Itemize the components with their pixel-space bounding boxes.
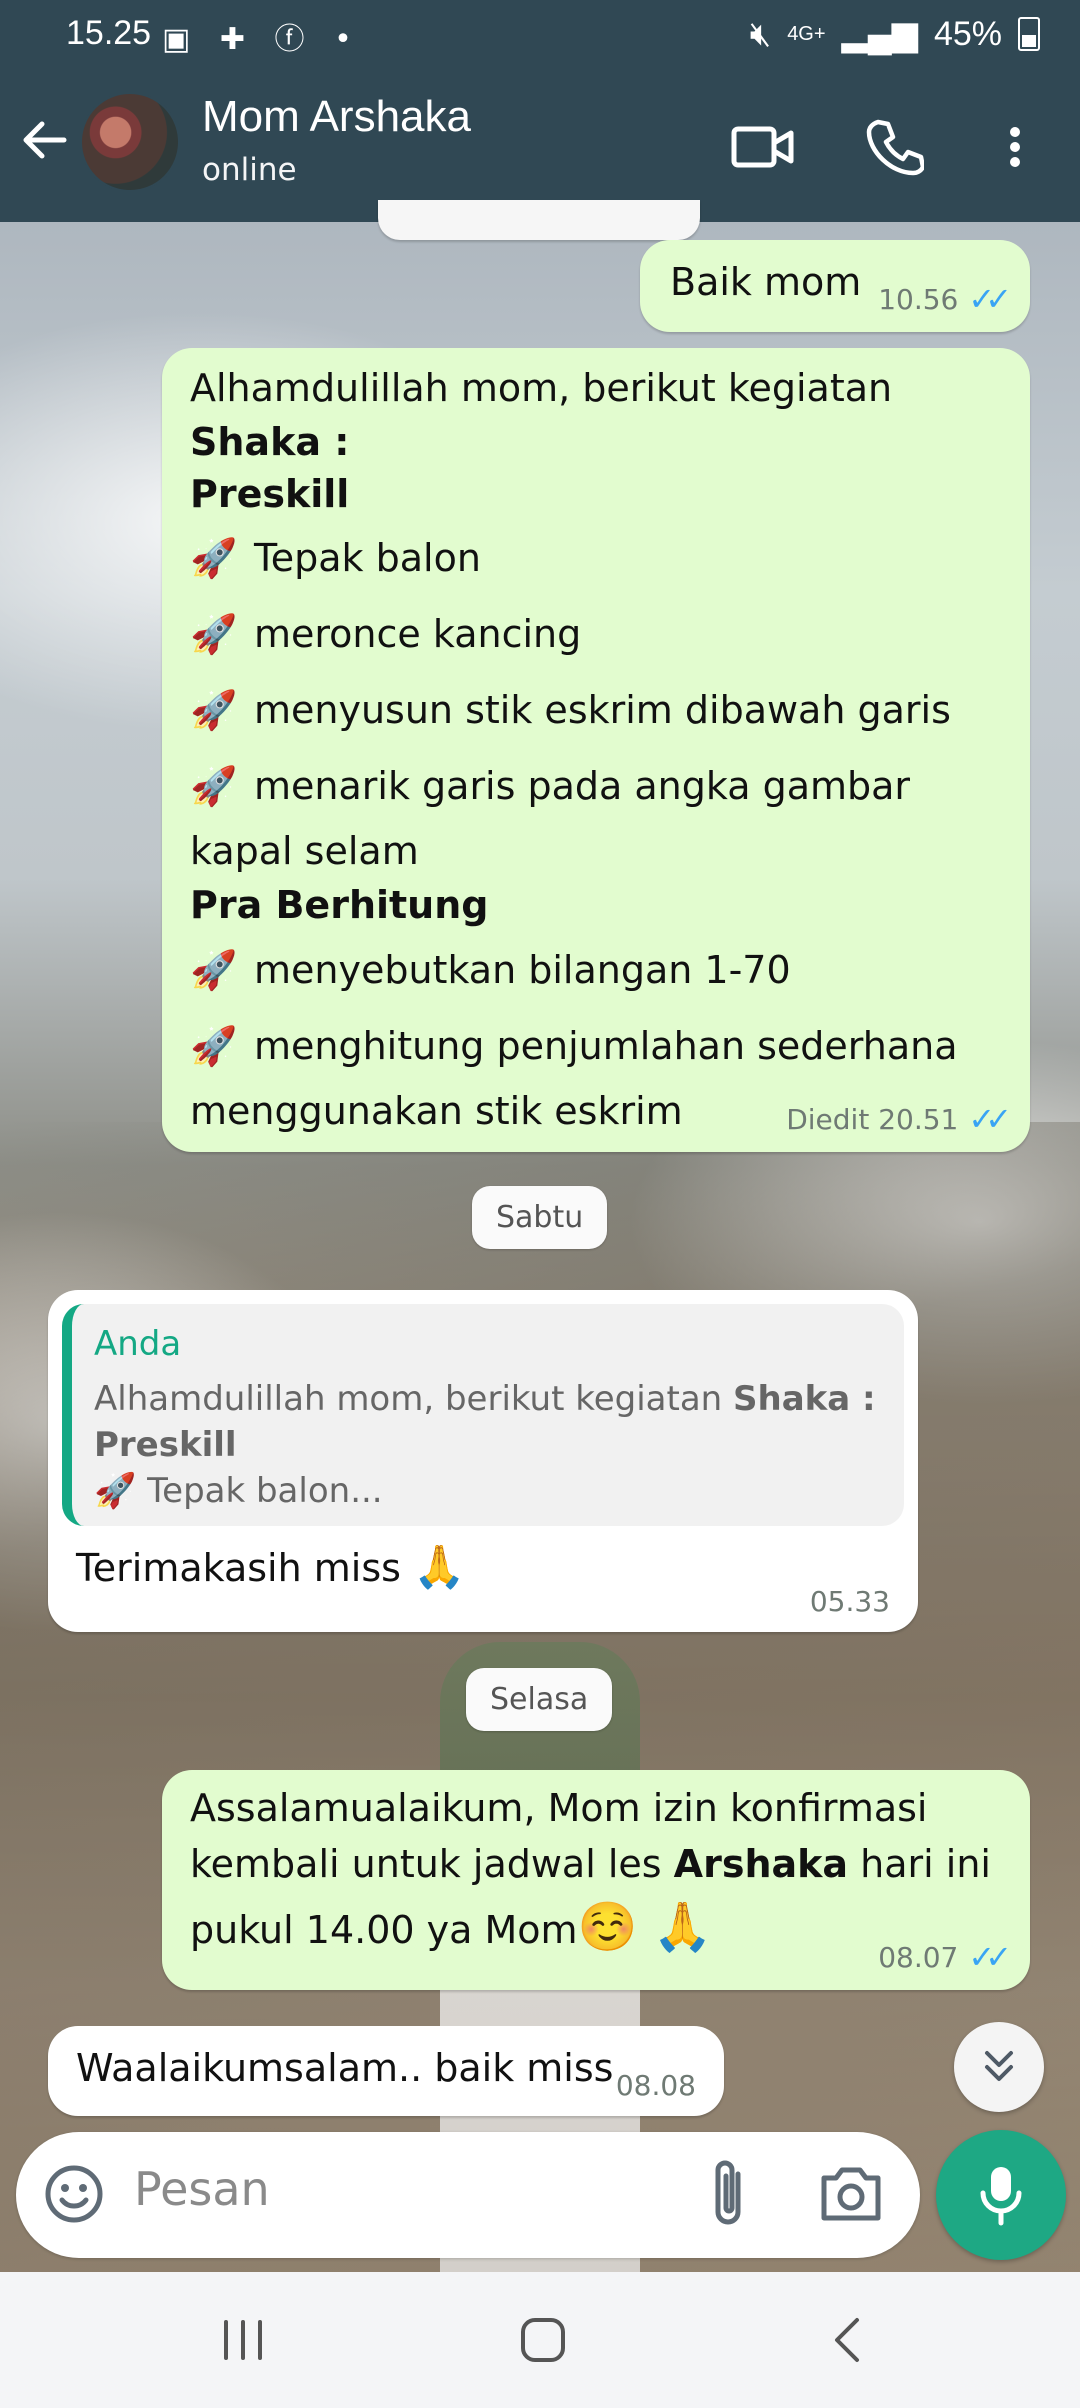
message-time: 05.33 [809,1585,890,1618]
rocket-icon: 🚀 [190,688,238,732]
status-bar: 15.25 ▣ ✚ ⓕ • 🔇︎ 4G+ ▂▄▆ 45% [0,0,1080,72]
voice-call-icon[interactable] [860,112,930,182]
smiling-face-icon: ☺️ [577,1899,638,1955]
status-right: 🔇︎ 4G+ ▂▄▆ 45% [750,14,1040,54]
message-line: Shaka : [190,420,350,464]
camera-icon[interactable] [816,2162,886,2226]
message-input-bar: Pesan [16,2132,920,2258]
message-line: 🚀 menarik garis pada angka gambar [190,748,958,824]
rocket-icon: 🚀 [190,612,238,656]
message-body: Assalamualaikum, Mom izin konfirmasi kem… [190,1780,991,1965]
message-bubble-incoming[interactable]: Anda Alhamdulillah mom, berikut kegiatan… [48,1290,918,1632]
contact-status: online [202,152,297,188]
back-icon[interactable] [812,2312,882,2368]
folded-hands-icon: 🙏 [413,1542,466,1591]
read-ticks-icon: ✓✓ [968,280,1012,318]
status-time: 15.25 [66,14,152,52]
back-arrow-icon[interactable] [18,114,70,176]
date-separator: Selasa [466,1668,613,1731]
message-line: Alhamdulillah mom, berikut kegiatan [190,366,893,410]
message-text: Terimakasih miss [76,1546,401,1590]
recent-apps-icon[interactable] [208,2312,278,2368]
double-chevron-down-icon [985,2051,1013,2081]
message-meta: 10.56 ✓✓ [878,280,1012,318]
rocket-icon: 🚀 [190,1024,238,1068]
message-line: 🚀 meronce kancing [190,596,958,672]
emoji-icon[interactable] [42,2162,106,2226]
microphone-icon [980,2167,1022,2226]
message-bubble-outgoing[interactable]: Alhamdulillah mom, berikut kegiatan Shak… [162,348,1030,1152]
notification-icons: ▣ ✚ ⓕ • [162,22,362,57]
message-line: 🚀 Tepak balon [190,520,958,596]
signal-icon: ▂▄▆ [841,15,918,53]
network-label: 4G+ [787,22,826,45]
more-options-icon[interactable] [985,112,1045,182]
message-line: kapal selam [190,829,419,873]
message-meta: Diedit 20.51 ✓✓ [786,1100,1012,1138]
read-ticks-icon: ✓✓ [968,1938,1012,1976]
message-input[interactable]: Pesan [134,2162,270,2216]
message-line: 🚀 menghitung penjumlahan sederhana [190,1008,958,1084]
read-ticks-icon: ✓✓ [968,1100,1012,1138]
quoted-message[interactable]: Anda Alhamdulillah mom, berikut kegiatan… [62,1304,904,1526]
message-time: 08.07 [878,1940,959,1974]
message-body: Terimakasih miss 🙏 [76,1542,465,1592]
message-line: kembali untuk jadwal les Arshaka hari in… [190,1842,991,1886]
message-body: Alhamdulillah mom, berikut kegiatan Shak… [190,360,958,1138]
rocket-icon: 🚀 [190,536,238,580]
voice-record-button[interactable] [936,2130,1066,2260]
message-text: Baik mom [670,260,862,304]
message-meta: 08.08 [616,2069,696,2102]
message-time: 08.08 [615,2069,696,2102]
message-line: pukul 14.00 ya Mom☺️ 🙏 [190,1899,713,1955]
contact-avatar[interactable] [80,92,180,192]
battery-icon [1018,17,1040,51]
message-line: 🚀 menyusun stik eskrim dibawah garis [190,672,958,748]
message-line: 🚀 menyebutkan bilangan 1-70 [190,932,958,1008]
message-bubble-outgoing[interactable]: Assalamualaikum, Mom izin konfirmasi kem… [162,1770,1030,1990]
rocket-icon: 🚀 [190,948,238,992]
quoted-text: Alhamdulillah mom, berikut kegiatan Shak… [94,1379,876,1511]
message-meta: 05.33 [810,1585,890,1618]
message-bubble-outgoing[interactable]: Baik mom 10.56 ✓✓ [640,240,1030,332]
rocket-icon: 🚀 [190,764,238,808]
battery-label: 45% [933,14,1002,53]
scroll-to-bottom-button[interactable] [954,2022,1044,2112]
video-call-icon[interactable] [728,112,798,182]
message-time: 10.56 [878,282,959,316]
contact-name[interactable]: Mom Arshaka [202,92,471,142]
message-bubble-partial [378,200,700,240]
folded-hands-icon: 🙏 [637,1899,713,1955]
message-text: Waalaikumsalam.. baik miss [76,2046,614,2090]
date-separator: Sabtu [472,1186,608,1249]
message-line: Preskill [190,472,350,516]
message-line: Assalamualaikum, Mom izin konfirmasi [190,1786,928,1830]
rocket-icon: 🚀 [94,1471,148,1511]
quoted-sender: Anda [94,1324,182,1364]
attach-icon[interactable] [700,2158,764,2232]
system-nav-bar [0,2272,1080,2408]
message-time: Diedit 20.51 [786,1102,959,1136]
message-meta: 08.07 ✓✓ [878,1938,1012,1976]
message-line: Pra Berhitung [190,883,489,927]
mute-icon: 🔇︎ [749,14,772,53]
message-bubble-incoming[interactable]: Waalaikumsalam.. baik miss 08.08 [48,2026,724,2116]
home-icon[interactable] [508,2312,578,2368]
